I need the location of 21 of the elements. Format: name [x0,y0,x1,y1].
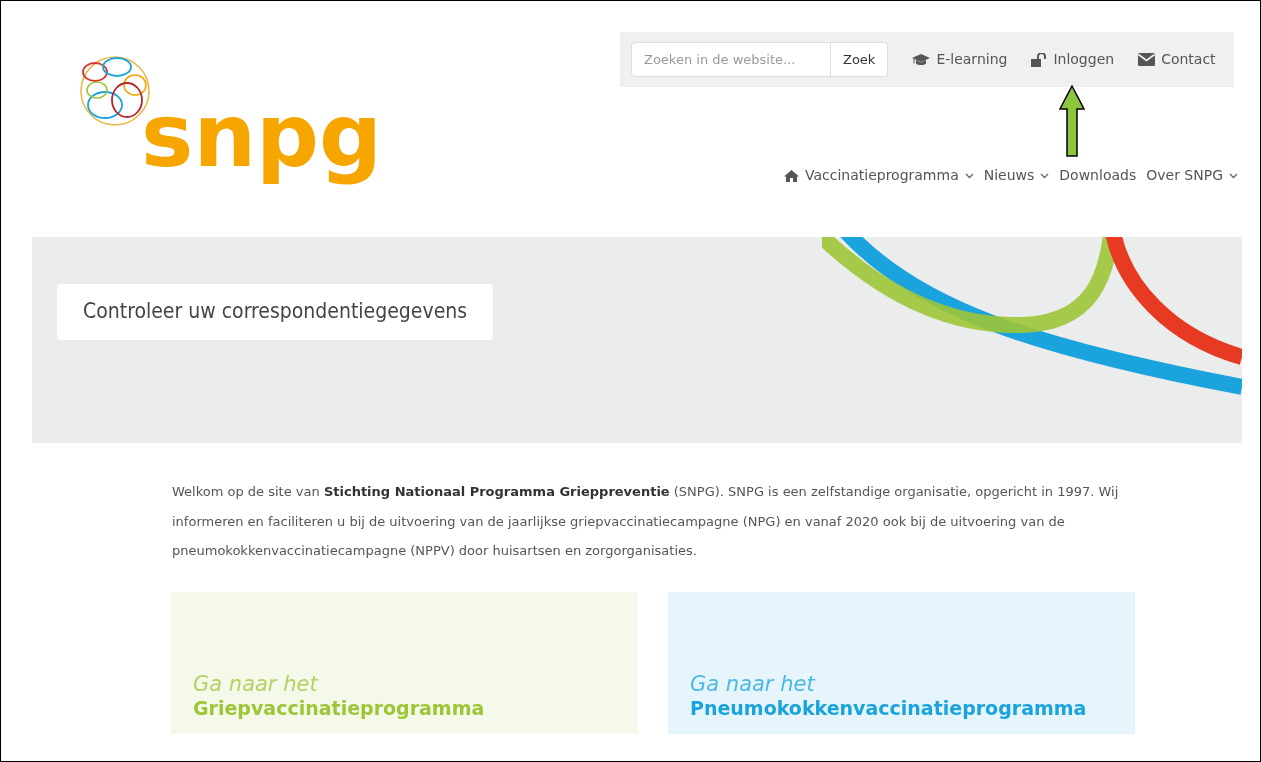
nav-link[interactable]: Nieuws [983,165,1050,186]
unlocked-padlock-icon [1031,52,1048,67]
top-link[interactable]: Contact [1138,49,1216,70]
envelope-icon [1138,53,1156,66]
nav-link[interactable]: Downloads [1059,165,1137,186]
top-link[interactable]: E-learning [912,49,1008,70]
page-title: Controleer uw correspondentiegegevens [57,284,494,340]
nav-link[interactable]: Vaccinatieprogramma [783,165,974,186]
card-title: Pneumokokkenvaccinatieprogramma [690,696,1088,720]
card-kicker: Ga naar het [690,671,817,697]
arrow-annotation [1059,85,1085,157]
card-title: Griepvaccinatieprogramma [193,696,486,720]
search-button[interactable]: Zoek [831,42,889,77]
home-icon [783,169,799,182]
top-link[interactable]: Inloggen [1031,49,1115,70]
nav-link[interactable]: Over SNPG [1146,165,1238,186]
intro-paragraph: Welkom op de site van Stichting Nationaal Programma Grieppreventie (SNPG). SNPG is een zelfstandige organisatie, opgericht in 1997. Wij informeren en faciliteren u bij de uitvoering van de jaarlijkse griepvaccinatiecampagne (NPG) en vanaf 2020 ook bij de uitvoering van de pneumokokkenvaccinatiecampagne (NPPV) door huisartsen en zorgorganisaties. [172,483,1120,560]
search-field[interactable]: Zoeken in de website... [631,42,831,77]
logo-wordmark: snpg [141,83,382,189]
graduation-cap-icon [912,53,931,66]
card-kicker: Ga naar het [193,671,320,697]
